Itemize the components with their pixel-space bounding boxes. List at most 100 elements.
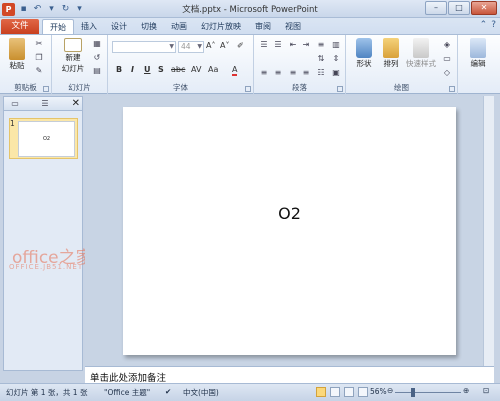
layout-icon[interactable]: ▦ bbox=[92, 39, 102, 48]
spellcheck-icon[interactable]: ✔ bbox=[165, 387, 171, 396]
ribbon-tabs: 开始 插入 设计 切换 动画 幻灯片放映 审阅 视图 bbox=[42, 19, 308, 34]
arrange-button[interactable]: 排列 bbox=[378, 38, 404, 69]
align-center-icon[interactable]: ≡ bbox=[273, 68, 283, 77]
arrange-icon bbox=[383, 38, 399, 58]
line-spacing-icon[interactable]: ≡ bbox=[316, 40, 326, 49]
text-direction-icon[interactable]: ⇅ bbox=[316, 54, 326, 63]
ribbon-tab-row: 文件 开始 插入 设计 切换 动画 幻灯片放映 审阅 视图 ⌃ ? bbox=[0, 18, 500, 34]
align-left-icon[interactable]: ≡ bbox=[259, 68, 269, 77]
slide-text[interactable]: O2 bbox=[123, 204, 456, 223]
title-bar: P ▪ ↶ ▾ ↻ ▾ 文档.pptx - Microsoft PowerPoi… bbox=[0, 0, 500, 18]
new-slide-icon bbox=[64, 38, 82, 52]
align-right-icon[interactable]: ≡ bbox=[288, 68, 298, 77]
zoom-in-icon[interactable]: ⊕ bbox=[463, 386, 469, 395]
slide-thumbnail-number: 1 bbox=[10, 119, 15, 128]
align-text-icon[interactable]: ⇕ bbox=[331, 54, 341, 63]
font-launcher-icon[interactable] bbox=[245, 86, 251, 92]
tab-transitions[interactable]: 切换 bbox=[134, 19, 164, 34]
new-slide-button[interactable]: 新建 幻灯片 bbox=[58, 38, 88, 74]
language-status[interactable]: 中文(中国) bbox=[183, 387, 219, 398]
change-case-icon[interactable]: Aa bbox=[208, 65, 218, 74]
editing-button[interactable]: 编辑 bbox=[462, 38, 494, 69]
char-spacing-icon[interactable]: AV bbox=[191, 65, 201, 74]
shapes-icon bbox=[356, 38, 372, 58]
close-pane-icon[interactable]: ✕ bbox=[72, 97, 80, 110]
columns-icon[interactable]: ▥ bbox=[331, 40, 341, 49]
shape-fill-icon[interactable]: ◈ bbox=[442, 40, 452, 49]
slide-thumbnail[interactable]: O2 bbox=[18, 121, 75, 157]
slide-editing-area: O2 bbox=[85, 96, 494, 366]
shadow-icon[interactable]: S bbox=[158, 65, 164, 74]
tab-review[interactable]: 审阅 bbox=[248, 19, 278, 34]
shape-outline-icon[interactable]: ▭ bbox=[442, 54, 452, 63]
font-name-combo[interactable]: ▼ bbox=[112, 41, 176, 53]
tab-design[interactable]: 设计 bbox=[104, 19, 134, 34]
font-color-icon[interactable]: A bbox=[232, 65, 238, 76]
quick-styles-label: 快速样式 bbox=[406, 59, 436, 68]
section-icon[interactable]: ▤ bbox=[92, 66, 102, 75]
zoom-level[interactable]: 56% bbox=[370, 387, 387, 396]
vertical-scrollbar[interactable] bbox=[483, 96, 494, 366]
italic-icon[interactable]: I bbox=[131, 65, 134, 74]
slideshow-view-icon[interactable] bbox=[358, 387, 368, 397]
clear-format-icon[interactable]: ✐ bbox=[237, 41, 244, 50]
shrink-font-icon[interactable]: A˅ bbox=[220, 41, 229, 50]
slides-tab-icon[interactable]: ▭ bbox=[7, 98, 23, 110]
slides-pane: ▭ ☰ ✕ 1 O2 bbox=[3, 96, 83, 371]
maximize-button[interactable]: □ bbox=[448, 1, 470, 15]
strikethrough-icon[interactable]: abc bbox=[171, 65, 185, 74]
minimize-button[interactable]: – bbox=[425, 1, 447, 15]
zoom-slider[interactable] bbox=[395, 392, 461, 393]
tab-file[interactable]: 文件 bbox=[1, 19, 39, 34]
zoom-slider-thumb[interactable] bbox=[411, 388, 415, 397]
font-group-label: 字体 bbox=[173, 83, 188, 92]
ribbon: 粘贴 ✂ ❐ ✎ 剪贴板 新建 幻灯片 ▦ ↺ ▤ 幻灯片 ▼ 44 ▼ A˄ A… bbox=[0, 34, 500, 94]
decrease-indent-icon[interactable]: ⇤ bbox=[288, 40, 298, 49]
distribute-icon[interactable]: ☷ bbox=[316, 68, 326, 77]
reset-icon[interactable]: ↺ bbox=[92, 53, 102, 62]
bold-icon[interactable]: B bbox=[116, 65, 122, 74]
paste-button[interactable]: 粘贴 bbox=[4, 38, 30, 71]
notes-placeholder[interactable]: 单击此处添加备注 bbox=[90, 370, 166, 384]
fit-to-window-icon[interactable]: ⊡ bbox=[483, 386, 489, 395]
paragraph-launcher-icon[interactable] bbox=[337, 86, 343, 92]
grow-font-icon[interactable]: A˄ bbox=[206, 41, 215, 50]
clipboard-launcher-icon[interactable] bbox=[43, 86, 49, 92]
close-button[interactable]: ✕ bbox=[471, 1, 497, 15]
shapes-button[interactable]: 形状 bbox=[350, 38, 378, 69]
slide-count-status: 幻灯片 第 1 张，共 1 张 bbox=[6, 388, 88, 397]
tab-home[interactable]: 开始 bbox=[42, 19, 74, 34]
notes-pane[interactable]: 单击此处添加备注 bbox=[85, 366, 494, 384]
increase-indent-icon[interactable]: ⇥ bbox=[301, 40, 311, 49]
drawing-launcher-icon[interactable] bbox=[449, 86, 455, 92]
tab-animations[interactable]: 动画 bbox=[164, 19, 194, 34]
numbering-icon[interactable]: ☰ bbox=[273, 40, 283, 49]
smartart-icon[interactable]: ▣ bbox=[331, 68, 341, 77]
slide-sorter-view-icon[interactable] bbox=[330, 387, 340, 397]
chevron-down-icon: ▼ bbox=[197, 43, 202, 50]
slide-canvas[interactable]: O2 bbox=[123, 107, 456, 355]
slides-group-label: 幻灯片 bbox=[68, 83, 91, 92]
reading-view-icon[interactable] bbox=[344, 387, 354, 397]
bullets-icon[interactable]: ☰ bbox=[259, 40, 269, 49]
tab-slideshow[interactable]: 幻灯片放映 bbox=[194, 19, 248, 34]
minimize-ribbon-icon[interactable]: ⌃ bbox=[480, 20, 488, 30]
copy-icon[interactable]: ❐ bbox=[34, 53, 44, 62]
font-size-combo[interactable]: 44 ▼ bbox=[178, 41, 204, 53]
cut-icon[interactable]: ✂ bbox=[34, 39, 44, 48]
justify-icon[interactable]: ≡ bbox=[301, 68, 311, 77]
format-painter-icon[interactable]: ✎ bbox=[34, 66, 44, 75]
tab-view[interactable]: 视图 bbox=[278, 19, 308, 34]
zoom-out-icon[interactable]: ⊖ bbox=[387, 386, 393, 395]
drawing-group-label: 绘图 bbox=[394, 83, 409, 92]
normal-view-icon[interactable] bbox=[316, 387, 326, 397]
font-size-value: 44 bbox=[181, 42, 191, 51]
quick-styles-button[interactable]: 快速样式 bbox=[404, 38, 438, 69]
outline-tab-icon[interactable]: ☰ bbox=[37, 98, 53, 110]
help-icon[interactable]: ? bbox=[491, 20, 496, 30]
tab-insert[interactable]: 插入 bbox=[74, 19, 104, 34]
underline-icon[interactable]: U bbox=[144, 65, 151, 74]
editing-label: 编辑 bbox=[470, 59, 486, 68]
shape-effects-icon[interactable]: ◇ bbox=[442, 68, 452, 77]
theme-status[interactable]: "Office 主题" bbox=[104, 387, 150, 398]
